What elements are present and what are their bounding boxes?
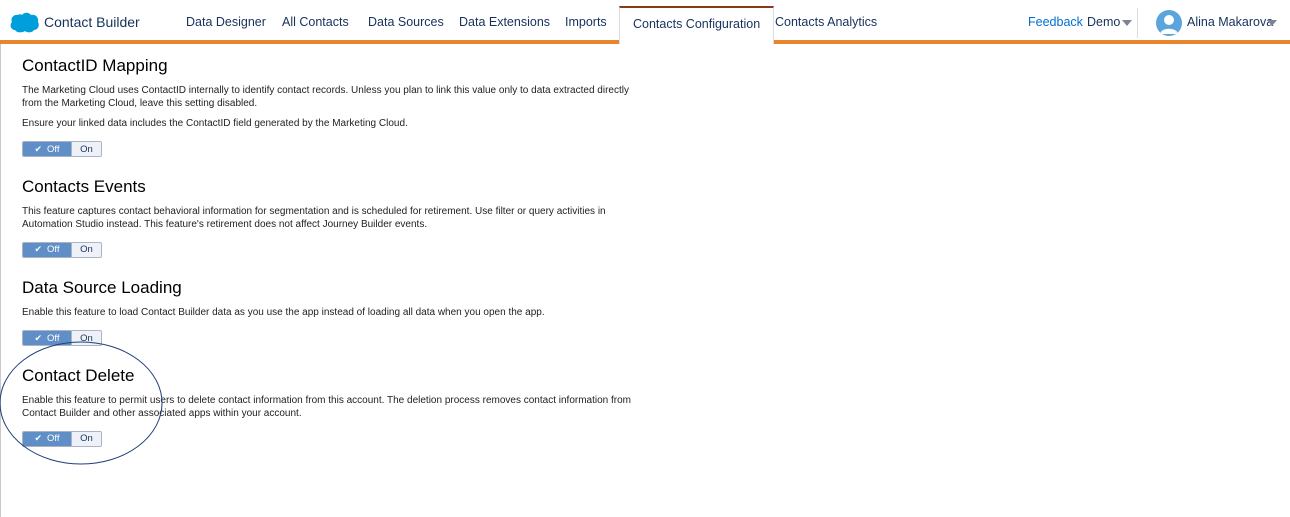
- toggle-off-label: Off: [47, 143, 60, 155]
- section-title: ContactID Mapping: [22, 56, 168, 75]
- section-description: Ensure your linked data includes the Con…: [22, 118, 408, 130]
- feedback-link[interactable]: Feedback: [1028, 15, 1083, 29]
- toggle-off-button[interactable]: ✔ Off: [23, 242, 71, 257]
- toggle-off-button[interactable]: ✔ Off: [23, 431, 71, 446]
- tab-all-contacts[interactable]: All Contacts: [282, 15, 349, 29]
- business-unit-switcher[interactable]: Demo: [1087, 15, 1120, 29]
- section-title: Contact Delete: [22, 366, 135, 385]
- contacts-events-toggle[interactable]: ✔ Off On: [22, 241, 102, 258]
- section-contact-delete: Contact Delete Enable this feature to pe…: [22, 366, 632, 447]
- toggle-off-button[interactable]: ✔ Off: [23, 331, 71, 346]
- app-name[interactable]: Contact Builder: [44, 14, 140, 30]
- page-left-border: [0, 44, 1, 517]
- data-source-loading-toggle[interactable]: ✔ Off On: [22, 330, 102, 347]
- tab-imports[interactable]: Imports: [565, 15, 607, 29]
- toggle-on-button[interactable]: On: [71, 331, 101, 346]
- checkmark-icon: ✔: [34, 433, 43, 444]
- toggle-on-button[interactable]: On: [71, 142, 101, 157]
- top-navigation-bar: Contact Builder Data Designer All Contac…: [0, 0, 1290, 44]
- section-description: Enable this feature to load Contact Buil…: [22, 307, 545, 318]
- user-menu[interactable]: Alina Makarova: [1187, 15, 1273, 29]
- section-contactid-mapping: ContactID Mapping The Marketing Cloud us…: [22, 56, 632, 158]
- section-description: This feature captures contact behavioral…: [22, 206, 606, 230]
- contactid-mapping-toggle[interactable]: ✔ Off On: [22, 141, 102, 158]
- user-avatar-icon[interactable]: [1156, 10, 1182, 36]
- contact-delete-toggle[interactable]: ✔ Off On: [22, 430, 102, 447]
- tab-contacts-analytics[interactable]: Contacts Analytics: [775, 15, 877, 29]
- toggle-off-button[interactable]: ✔ Off: [23, 142, 71, 157]
- chevron-down-icon[interactable]: [1267, 20, 1277, 26]
- section-description: The Marketing Cloud uses ContactID inter…: [22, 85, 629, 109]
- tab-contacts-configuration[interactable]: Contacts Configuration: [619, 6, 775, 44]
- toggle-off-label: Off: [47, 433, 60, 445]
- section-contacts-events: Contacts Events This feature captures co…: [22, 177, 632, 258]
- toggle-off-label: Off: [47, 244, 60, 256]
- checkmark-icon: ✔: [34, 332, 43, 343]
- toggle-off-label: Off: [47, 332, 60, 344]
- toggle-on-button[interactable]: On: [71, 431, 101, 446]
- tab-data-extensions[interactable]: Data Extensions: [459, 15, 550, 29]
- tab-data-designer[interactable]: Data Designer: [186, 15, 266, 29]
- checkmark-icon: ✔: [34, 143, 43, 154]
- section-title: Data Source Loading: [22, 278, 182, 297]
- section-title: Contacts Events: [22, 177, 146, 196]
- toggle-on-button[interactable]: On: [71, 242, 101, 257]
- section-data-source-loading: Data Source Loading Enable this feature …: [22, 278, 632, 347]
- chevron-down-icon[interactable]: [1122, 20, 1132, 26]
- tab-data-sources[interactable]: Data Sources: [368, 15, 444, 29]
- checkmark-icon: ✔: [34, 244, 43, 255]
- section-description: Enable this feature to permit users to d…: [22, 395, 632, 419]
- salesforce-cloud-logo-icon[interactable]: [10, 12, 40, 33]
- header-divider: [1137, 8, 1138, 38]
